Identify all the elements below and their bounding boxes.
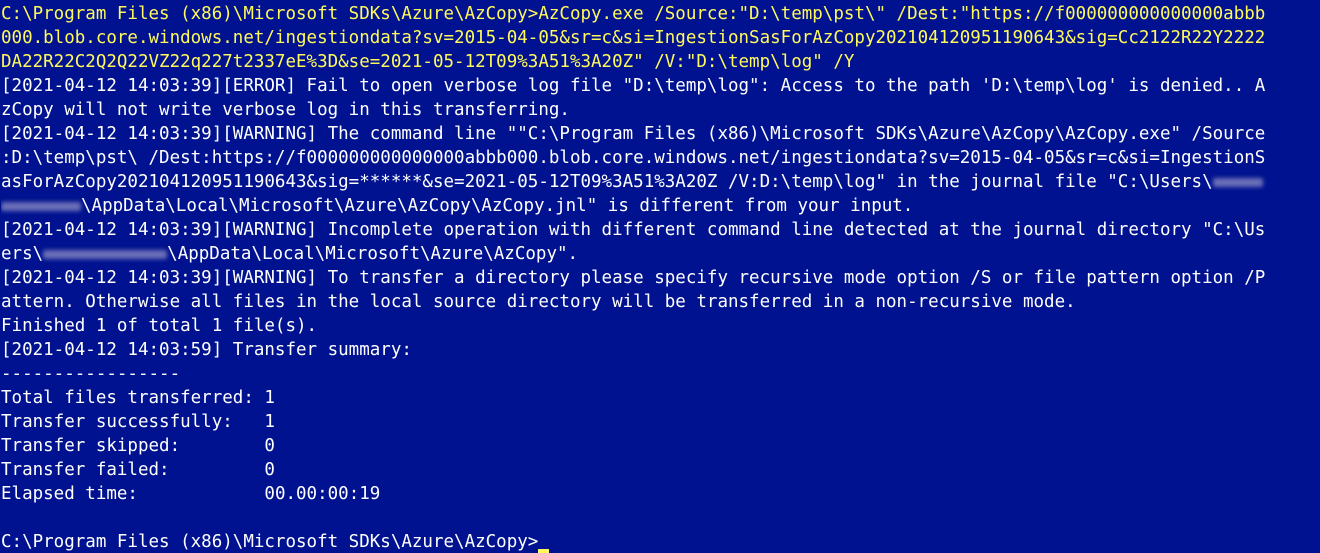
command-prompt: C:\Program Files (x86)\Microsoft SDKs\Az… — [1, 532, 539, 552]
redacted-username — [43, 249, 168, 259]
summary-value: 1 — [264, 412, 275, 432]
summary-label: Transfer skipped: — [1, 436, 265, 456]
warning-1-line-3-text: asForAzCopy202104120951190643&sig=******… — [1, 172, 1213, 192]
summary-value: 0 — [264, 460, 275, 480]
summary-label: Total files transferred: — [1, 388, 265, 408]
warning-1-line-1: [2021-04-12 14:03:39][WARNING] The comma… — [1, 124, 1266, 144]
warning-3-line-2: attern. Otherwise all files in the local… — [1, 292, 1076, 312]
summary-value: 1 — [264, 388, 275, 408]
summary-total-files: Total files transferred: 1 — [1, 386, 1320, 410]
redacted-username — [1, 201, 81, 211]
command-line-1: C:\Program Files (x86)\Microsoft SDKs\Az… — [1, 4, 1266, 24]
error-line-2: zCopy will not write verbose log in this… — [1, 100, 570, 120]
summary-separator: ----------------- — [1, 364, 181, 384]
warning-2-line-2: ers\ \AppData\Local\Microsoft\Azure\AzCop… — [1, 242, 1320, 266]
summary-label: Transfer failed: — [1, 460, 265, 480]
summary-skipped: Transfer skipped: 0 — [1, 434, 1320, 458]
prompt-line[interactable]: C:\Program Files (x86)\Microsoft SDKs\Az… — [1, 530, 1320, 553]
finished-line: Finished 1 of total 1 file(s). — [1, 316, 318, 336]
summary-label: Transfer successfully: — [1, 412, 265, 432]
console-window[interactable]: C:\Program Files (x86)\Microsoft SDKs\Az… — [0, 0, 1320, 553]
warning-2-line-1: [2021-04-12 14:03:39][WARNING] Incomplet… — [1, 220, 1266, 240]
warning-1-line-4: \AppData\Local\Microsoft\Azure\AzCopy\Az… — [1, 194, 1320, 218]
summary-label: Elapsed time: — [1, 484, 265, 504]
text-cursor — [538, 549, 550, 553]
summary-elapsed: Elapsed time: 00.00:00:19 — [1, 482, 1320, 506]
summary-header: [2021-04-12 14:03:59] Transfer summary: — [1, 340, 412, 360]
summary-value: 00.00:00:19 — [264, 484, 381, 504]
warning-2-line-2-prefix: ers\ — [1, 244, 44, 264]
warning-3-line-1: [2021-04-12 14:03:39][WARNING] To transf… — [1, 268, 1266, 288]
warning-1-line-3: asForAzCopy202104120951190643&sig=******… — [1, 170, 1320, 194]
error-line-1: [2021-04-12 14:03:39][ERROR] Fail to ope… — [1, 76, 1266, 96]
summary-successful: Transfer successfully: 1 — [1, 410, 1320, 434]
redacted-username — [1212, 177, 1263, 187]
command-line-2: 000.blob.core.windows.net/ingestiondata?… — [1, 28, 1266, 48]
summary-value: 0 — [264, 436, 275, 456]
summary-failed: Transfer failed: 0 — [1, 458, 1320, 482]
command-line-3: DA22R22C2Q2Q22VZ22q227t2337eE%3D&se=2021… — [1, 52, 855, 72]
warning-1-line-2: :D:\temp\pst\ /Dest:https://f00000000000… — [1, 148, 1266, 168]
warning-1-line-4-text: \AppData\Local\Microsoft\Azure\AzCopy\Az… — [81, 196, 914, 216]
warning-2-line-2-text: \AppData\Local\Microsoft\Azure\AzCopy". — [167, 244, 579, 264]
